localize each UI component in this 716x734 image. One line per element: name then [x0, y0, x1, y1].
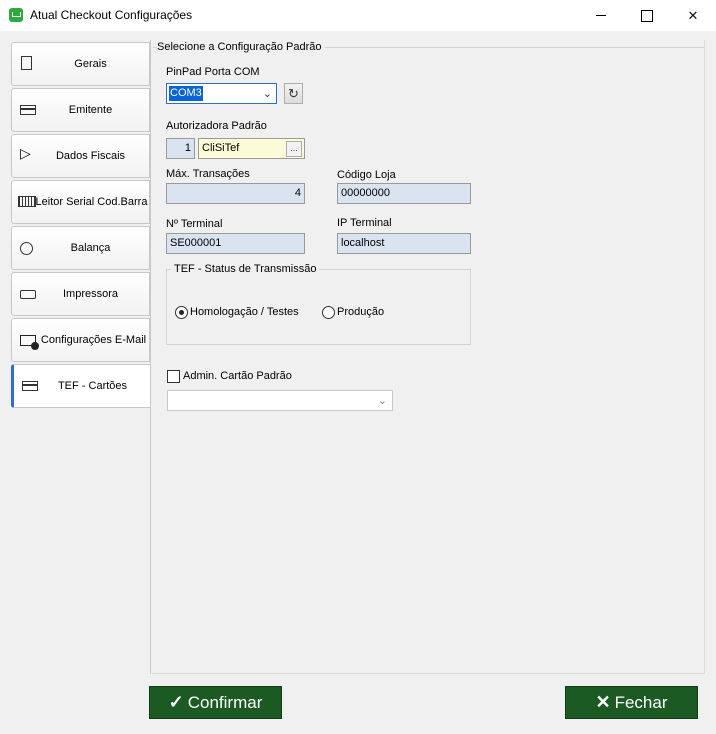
admin-cartao-select[interactable]: ⌄	[167, 390, 393, 411]
max-transacoes-label: Máx. Transações	[166, 168, 250, 180]
tab-impressora[interactable]: Impressora	[11, 272, 150, 316]
max-transacoes-field[interactable]: 4	[166, 183, 305, 204]
tef-status-title: TEF - Status de Transmissão	[171, 263, 320, 275]
ip-terminal-field[interactable]: localhost	[337, 233, 471, 254]
tab-gerais[interactable]: Gerais	[11, 42, 150, 86]
autorizadora-code-field[interactable]: 1	[166, 138, 195, 159]
tab-label: Balança	[70, 242, 111, 254]
producao-radio[interactable]	[322, 306, 335, 319]
tab-balanca[interactable]: Balança	[11, 226, 150, 270]
close-label: Fechar	[614, 692, 668, 712]
close-window-button[interactable]	[670, 0, 716, 31]
terminal-label: Nº Terminal	[166, 218, 223, 230]
pinpad-port-value: COM3	[169, 86, 203, 101]
homologacao-label[interactable]: Homologação / Testes	[190, 306, 299, 318]
producao-label[interactable]: Produção	[337, 306, 384, 318]
homologacao-radio[interactable]	[175, 306, 188, 319]
tab-label: Emitente	[68, 104, 113, 116]
tab-emitente[interactable]: Emitente	[11, 88, 150, 132]
autorizadora-name-value: CliSiTef	[202, 142, 240, 154]
confirm-button[interactable]: ✓ Confirmar	[149, 686, 282, 719]
group-title: Selecione a Configuração Padrão	[157, 41, 325, 53]
x-icon: ✕	[595, 692, 611, 712]
refresh-icon: ↻	[288, 85, 299, 101]
cart-app-icon	[9, 8, 23, 22]
tab-label: Dados Fiscais	[55, 150, 126, 162]
pinpad-port-select[interactable]: COM3 ⌄	[166, 83, 277, 104]
close-button[interactable]: ✕ Fechar	[565, 686, 698, 719]
ip-terminal-label: IP Terminal	[337, 217, 392, 229]
tab-label: Gerais	[74, 58, 107, 70]
tab-label: TEF - Cartões	[57, 380, 128, 392]
title-bar: Atual Checkout Configurações	[0, 0, 716, 31]
tab-label: Configurações E-Mail	[40, 334, 147, 346]
maximize-button[interactable]	[624, 0, 670, 31]
tab-leitor-serial[interactable]: Leitor Serial Cod.Barra	[11, 180, 150, 224]
tab-tef-cartoes[interactable]: TEF - Cartões	[11, 364, 151, 408]
admin-cartao-checkbox[interactable]	[167, 370, 180, 383]
codigo-loja-label: Código Loja	[337, 169, 396, 181]
autorizadora-name-field[interactable]: CliSiTef ...	[198, 138, 305, 159]
tab-configuracoes-email[interactable]: Configurações E-Mail	[11, 318, 150, 362]
refresh-ports-button[interactable]: ↻	[284, 83, 303, 104]
tab-dados-fiscais[interactable]: Dados Fiscais	[11, 134, 150, 178]
tab-label: Leitor Serial Cod.Barra	[35, 196, 148, 208]
minimize-button[interactable]	[578, 0, 624, 31]
window-title: Atual Checkout Configurações	[30, 8, 193, 22]
codigo-loja-field[interactable]: 00000000	[337, 183, 471, 204]
tab-label: Impressora	[62, 288, 119, 300]
autorizadora-label: Autorizadora Padrão	[166, 120, 267, 132]
check-icon: ✓	[168, 692, 184, 712]
confirm-label: Confirmar	[187, 692, 263, 712]
chevron-down-icon: ⌄	[377, 395, 387, 407]
admin-cartao-label[interactable]: Admin. Cartão Padrão	[183, 370, 292, 382]
autorizadora-lookup-button[interactable]: ...	[286, 141, 302, 157]
chevron-down-icon: ⌄	[262, 88, 272, 100]
terminal-field[interactable]: SE000001	[166, 233, 305, 254]
pinpad-label: PinPad Porta COM	[166, 66, 260, 78]
